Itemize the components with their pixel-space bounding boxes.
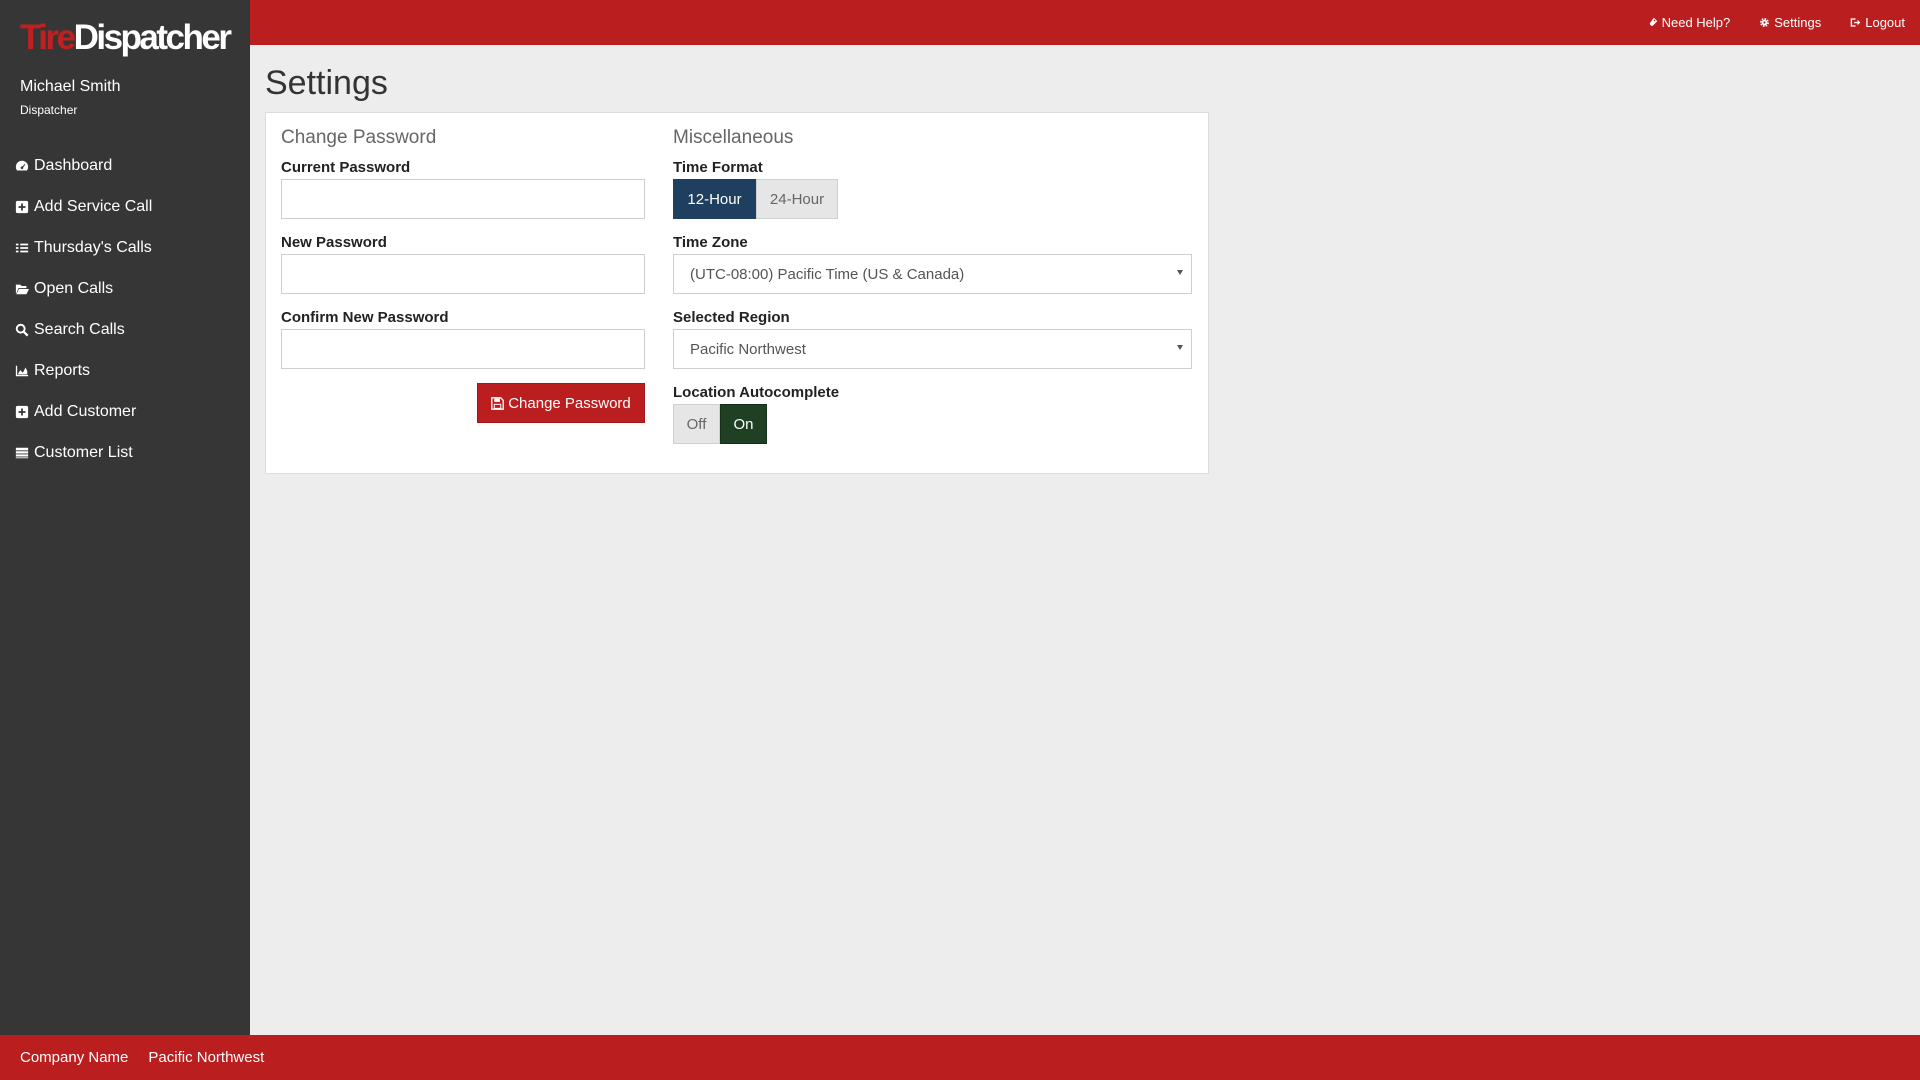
new-password-input[interactable] [281, 254, 645, 294]
app-logo[interactable]: TireDispatcher [20, 18, 232, 62]
top-bar: Need Help? Settings Logout [250, 0, 1920, 45]
user-name: Michael Smith [20, 78, 121, 95]
chevron-down-icon [1177, 270, 1183, 275]
time-format-24-hour-button[interactable]: 24-Hour [756, 179, 838, 219]
settings-link[interactable]: Settings [1759, 15, 1821, 30]
change-password-heading: Change Password [281, 127, 437, 148]
time-zone-select[interactable]: (UTC-08:00) Pacific Time (US & Canada) [673, 254, 1192, 294]
list-icon [15, 243, 29, 252]
folder-open-icon [15, 284, 29, 294]
sidebar-item-label: Reports [34, 361, 91, 379]
save-icon [491, 396, 505, 410]
location-autocomplete-toggle: Off On [673, 404, 767, 444]
settings-panel: Change Password Current Password New Pas… [265, 112, 1209, 474]
area-chart-icon [15, 365, 29, 376]
sidebar-item-label: Add Customer [34, 402, 137, 420]
top-links: Need Help? Settings Logout [1618, 0, 1905, 45]
sidebar: TireDispatcher Michael Smith Dispatcher … [0, 0, 250, 1035]
sidebar-item-reports[interactable]: Reports [0, 350, 250, 391]
sidebar-nav: Dashboard Add Service Call Thursday's Ca… [0, 145, 250, 473]
time-zone-value: (UTC-08:00) Pacific Time (US & Canada) [690, 265, 965, 283]
autocomplete-off-button[interactable]: Off [673, 404, 720, 444]
time-format-12-hour-button[interactable]: 12-Hour [673, 179, 756, 219]
logout-label: Logout [1865, 15, 1905, 30]
chevron-down-icon [1177, 345, 1183, 350]
settings-label: Settings [1774, 15, 1822, 30]
plus-square-icon [15, 405, 29, 418]
region-select[interactable]: Pacific Northwest [673, 329, 1192, 369]
change-password-button-label: Change Password [508, 394, 631, 412]
time-format-toggle: 12-Hour 24-Hour [673, 179, 838, 219]
region-value: Pacific Northwest [690, 340, 806, 358]
footer-bar: Company Name Pacific Northwest [0, 1035, 1920, 1080]
page-title: Settings [265, 64, 388, 102]
gear-icon [1760, 18, 1770, 27]
logo-part-tire: Tire [20, 18, 76, 57]
sign-out-icon [1850, 18, 1861, 27]
logo-part-dispatcher: Dispatcher [73, 18, 232, 57]
search-icon [15, 323, 29, 336]
confirm-password-input[interactable] [281, 329, 645, 369]
sidebar-item-label: Thursday's Calls [34, 238, 152, 256]
miscellaneous-heading: Miscellaneous [673, 127, 794, 148]
dashboard-icon [15, 160, 29, 171]
sidebar-item-customer-list[interactable]: Customer List [0, 432, 250, 473]
time-format-label: Time Format [673, 159, 763, 176]
current-password-label: Current Password [281, 159, 411, 176]
sidebar-item-label: Add Service Call [34, 197, 153, 215]
life-ring-icon [1649, 17, 1657, 26]
sidebar-item-label: Dashboard [34, 156, 113, 174]
change-password-button[interactable]: Change Password [477, 383, 645, 423]
footer-company-name: Company Name [20, 1049, 129, 1066]
sidebar-item-label: Open Calls [34, 279, 114, 297]
logout-link[interactable]: Logout [1850, 15, 1905, 30]
sidebar-item-add-customer[interactable]: Add Customer [0, 391, 250, 432]
location-autocomplete-label: Location Autocomplete [673, 384, 840, 401]
sidebar-item-thursdays-calls[interactable]: Thursday's Calls [0, 227, 250, 268]
sidebar-item-open-calls[interactable]: Open Calls [0, 268, 250, 309]
sidebar-item-label: Search Calls [34, 320, 125, 338]
selected-region-label: Selected Region [673, 309, 790, 326]
confirm-password-label: Confirm New Password [281, 309, 449, 326]
new-password-label: New Password [281, 234, 387, 251]
sidebar-item-label: Customer List [34, 443, 133, 461]
user-role: Dispatcher [20, 103, 78, 117]
table-list-icon [15, 447, 29, 458]
need-help-link[interactable]: Need Help? [1647, 15, 1731, 30]
sidebar-item-add-service-call[interactable]: Add Service Call [0, 186, 250, 227]
time-zone-label: Time Zone [673, 234, 748, 251]
autocomplete-on-button[interactable]: On [720, 404, 767, 444]
plus-square-icon [15, 200, 29, 213]
sidebar-item-dashboard[interactable]: Dashboard [0, 145, 250, 186]
need-help-label: Need Help? [1661, 15, 1731, 30]
sidebar-item-search-calls[interactable]: Search Calls [0, 309, 250, 350]
current-password-input[interactable] [281, 179, 645, 219]
footer-region: Pacific Northwest [148, 1049, 265, 1066]
